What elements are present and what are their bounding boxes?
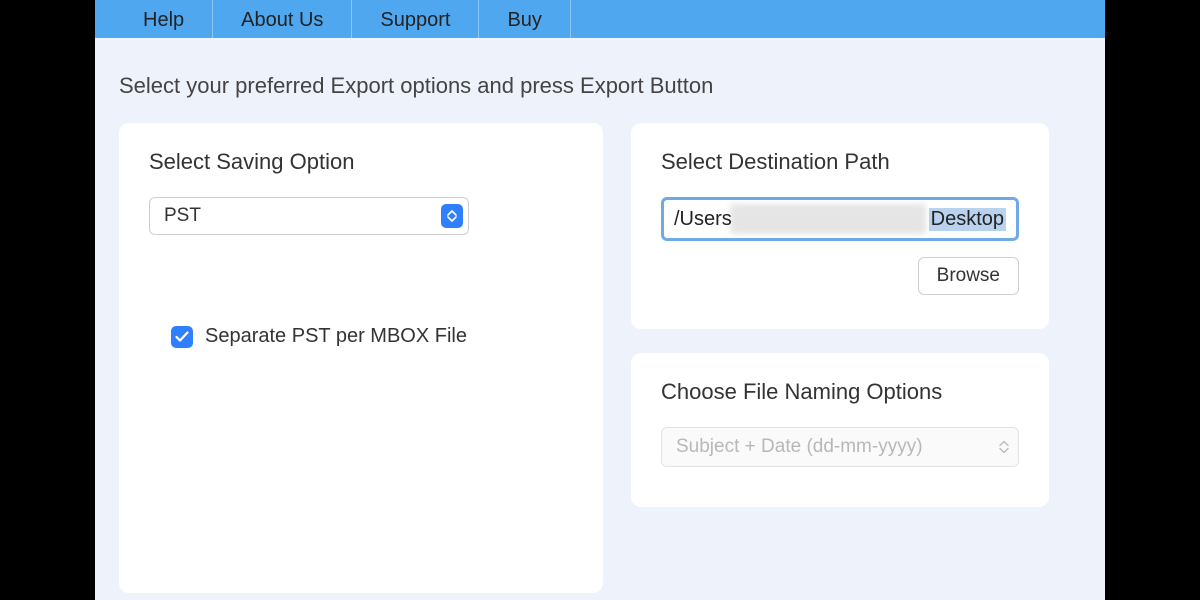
chevron-updown-icon [999, 441, 1009, 454]
saving-format-value: PST [149, 197, 469, 235]
panels: Select Saving Option PST Separate PST pe… [119, 123, 1081, 593]
instruction-text: Select your preferred Export options and… [119, 73, 1081, 99]
separate-pst-label: Separate PST per MBOX File [205, 325, 467, 348]
toolbar-label: About Us [241, 9, 323, 32]
app-window: Help About Us Support Buy Select your pr… [95, 0, 1105, 600]
chevron-updown-icon [441, 204, 463, 228]
destination-path-input[interactable]: /Users Desktop [661, 197, 1019, 241]
separate-pst-row: Separate PST per MBOX File [171, 325, 573, 348]
browse-button[interactable]: Browse [918, 257, 1019, 295]
left-column: Select Saving Option PST Separate PST pe… [119, 123, 603, 593]
naming-title: Choose File Naming Options [661, 379, 1019, 405]
toolbar-item-help[interactable]: Help [125, 0, 213, 38]
path-redacted [730, 204, 926, 234]
separate-pst-checkbox[interactable] [171, 326, 193, 348]
path-suffix: Desktop [929, 208, 1006, 231]
browse-label: Browse [937, 265, 1000, 287]
destination-title: Select Destination Path [661, 149, 1019, 175]
toolbar: Help About Us Support Buy [95, 0, 1105, 38]
toolbar-item-buy[interactable]: Buy [479, 0, 570, 38]
saving-option-title: Select Saving Option [149, 149, 573, 175]
toolbar-label: Buy [507, 9, 541, 32]
toolbar-item-support[interactable]: Support [352, 0, 479, 38]
toolbar-label: Help [143, 9, 184, 32]
saving-format-select[interactable]: PST [149, 197, 469, 235]
naming-card: Choose File Naming Options Subject + Dat… [631, 353, 1049, 507]
toolbar-label: Support [380, 9, 450, 32]
right-column: Select Destination Path /Users Desktop B… [631, 123, 1049, 593]
naming-select-value: Subject + Date (dd-mm-yyyy) [661, 427, 1019, 467]
check-icon [175, 331, 189, 343]
naming-select: Subject + Date (dd-mm-yyyy) [661, 427, 1019, 467]
saving-option-card: Select Saving Option PST Separate PST pe… [119, 123, 603, 593]
path-prefix: /Users [674, 208, 732, 231]
content-area: Select your preferred Export options and… [95, 38, 1105, 593]
browse-row: Browse [661, 257, 1019, 295]
toolbar-item-about-us[interactable]: About Us [213, 0, 352, 38]
destination-card: Select Destination Path /Users Desktop B… [631, 123, 1049, 329]
